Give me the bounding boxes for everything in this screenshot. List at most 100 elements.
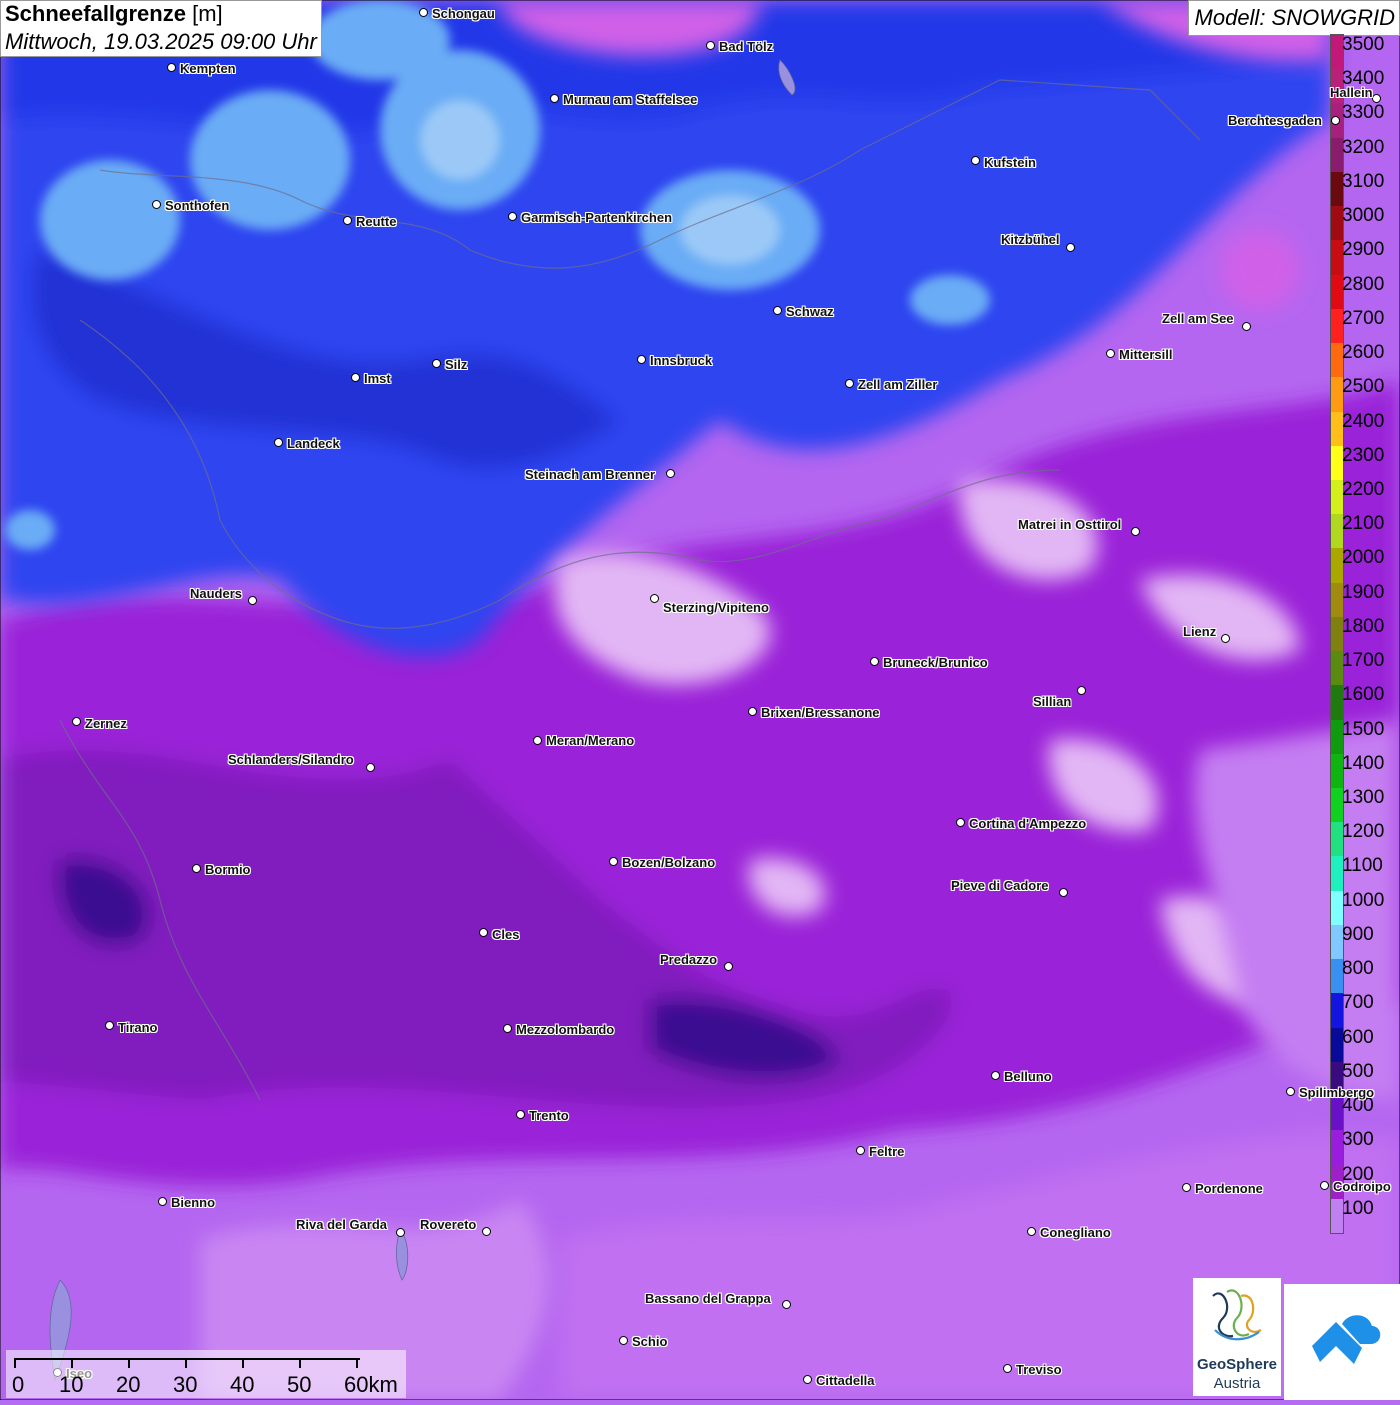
geosphere-logo-icon: [1212, 1289, 1262, 1341]
town-label: Meran/Merano: [546, 733, 635, 748]
scale-tick: [185, 1358, 187, 1368]
town-marker: [971, 156, 980, 165]
legend-label: 3000: [1342, 205, 1385, 227]
town-label: Sonthofen: [165, 198, 230, 213]
town-label: Pordenone: [1195, 1181, 1263, 1196]
town-label: Murnau am Staffelsee: [563, 92, 698, 107]
town-marker: [609, 857, 618, 866]
town-label: Feltre: [869, 1144, 905, 1159]
town-label: Mezzolombardo: [516, 1022, 615, 1037]
legend-label: 1000: [1342, 889, 1385, 911]
town-marker: [192, 864, 201, 873]
town-marker: [1003, 1364, 1012, 1373]
legend-label: 500: [1342, 1060, 1374, 1082]
legend-label: 1400: [1342, 752, 1385, 774]
app-arrow-icon: [1312, 1315, 1381, 1364]
town-marker: [248, 596, 257, 605]
scale-tick: [242, 1358, 244, 1368]
town-label: Zell am Ziller: [858, 377, 938, 392]
town-marker: [782, 1300, 791, 1309]
legend-label: 2700: [1342, 307, 1385, 329]
scale-label: 0: [12, 1372, 25, 1397]
town-label: Innsbruck: [650, 353, 713, 368]
scale-label: 60km: [344, 1372, 398, 1397]
town-label: Tirano: [118, 1020, 158, 1035]
town-marker: [1182, 1183, 1191, 1192]
town-label: Bienno: [171, 1195, 216, 1210]
town-marker: [773, 306, 782, 315]
town-marker: [845, 379, 854, 388]
town-label: Cittadella: [816, 1373, 875, 1388]
legend-label: 1100: [1342, 855, 1383, 877]
legend-label: 800: [1342, 958, 1374, 980]
town-marker: [724, 962, 733, 971]
town-marker: [343, 216, 352, 225]
legend-label: 2500: [1342, 376, 1385, 398]
legend-label: 2000: [1342, 547, 1385, 569]
town-label: Kufstein: [984, 155, 1036, 170]
town-marker: [396, 1228, 405, 1237]
town-marker: [870, 657, 879, 666]
legend-label: 2300: [1342, 444, 1385, 466]
town-marker: [666, 469, 675, 478]
town-marker: [366, 763, 375, 772]
town-marker: [482, 1227, 491, 1236]
legend-label: 1300: [1342, 787, 1385, 809]
scale-tick: [14, 1358, 16, 1368]
scale-tick: [128, 1358, 130, 1368]
legend-label: 900: [1342, 923, 1374, 945]
geosphere-logo-text-2: Austria: [1213, 1375, 1261, 1392]
town-label: Schlanders/Silandro: [228, 752, 354, 767]
legend-label: 100: [1342, 1197, 1374, 1219]
map-title: Schneefallgrenze [m]: [5, 1, 223, 26]
scale-label: 40: [230, 1372, 255, 1397]
legend-label: 600: [1342, 1026, 1374, 1048]
town-label: Sillian: [1033, 694, 1072, 709]
town-marker: [550, 94, 559, 103]
town-label: Matrei in Osttirol: [1018, 517, 1122, 532]
town-marker: [158, 1197, 167, 1206]
town-marker: [1027, 1227, 1036, 1236]
town-label: Kitzbühel: [1001, 232, 1060, 247]
legend-label: 1800: [1342, 615, 1385, 637]
town-label: Nauders: [190, 586, 243, 601]
town-marker: [419, 8, 428, 17]
legend-label: 3100: [1342, 170, 1385, 192]
town-label: Belluno: [1004, 1069, 1052, 1084]
geosphere-logo-text-1: GeoSphere: [1196, 1356, 1278, 1373]
town-marker: [152, 200, 161, 209]
town-marker: [72, 717, 81, 726]
legend-label: 2400: [1342, 410, 1385, 432]
town-label: Predazzo: [660, 952, 718, 967]
town-label: Berchtesgaden: [1228, 113, 1322, 128]
town-label: Trento: [529, 1108, 569, 1123]
town-label: Bruneck/Brunico: [883, 655, 988, 670]
town-label: Garmisch-Partenkirchen: [521, 210, 673, 225]
town-label: Bormio: [205, 862, 251, 877]
scale-label: 10: [59, 1372, 84, 1397]
scale-label: 50: [287, 1372, 312, 1397]
town-label: Hallein: [1330, 85, 1373, 100]
town-label: Bozen/Bolzano: [622, 855, 716, 870]
legend-label: 2100: [1342, 513, 1385, 535]
scale-bar: 0 10 20 30 40 50 60km: [6, 1350, 406, 1398]
town-label: Cortina d'Ampezzo: [969, 816, 1087, 831]
scale-label: 30: [173, 1372, 198, 1397]
town-marker: [533, 736, 542, 745]
town-label: Bad Tölz: [719, 39, 774, 54]
town-label: Spilimbergo: [1299, 1085, 1375, 1100]
legend-label: 1900: [1342, 581, 1385, 603]
legend-label: 1500: [1342, 718, 1385, 740]
town-marker: [1059, 888, 1068, 897]
town-marker: [274, 438, 283, 447]
town-label: Schwaz: [786, 304, 834, 319]
scale-label: 20: [116, 1372, 141, 1397]
town-label: Sterzing/Vipiteno: [663, 600, 769, 615]
title-box: Schneefallgrenze [m] Mittwoch, 19.03.202…: [0, 0, 322, 57]
legend-label: 2800: [1342, 273, 1385, 295]
town-label: Schongau: [432, 6, 495, 21]
town-label: Codroipo: [1333, 1179, 1391, 1194]
legend-label: 3200: [1342, 136, 1385, 158]
town-marker: [956, 818, 965, 827]
town-marker: [351, 373, 360, 382]
